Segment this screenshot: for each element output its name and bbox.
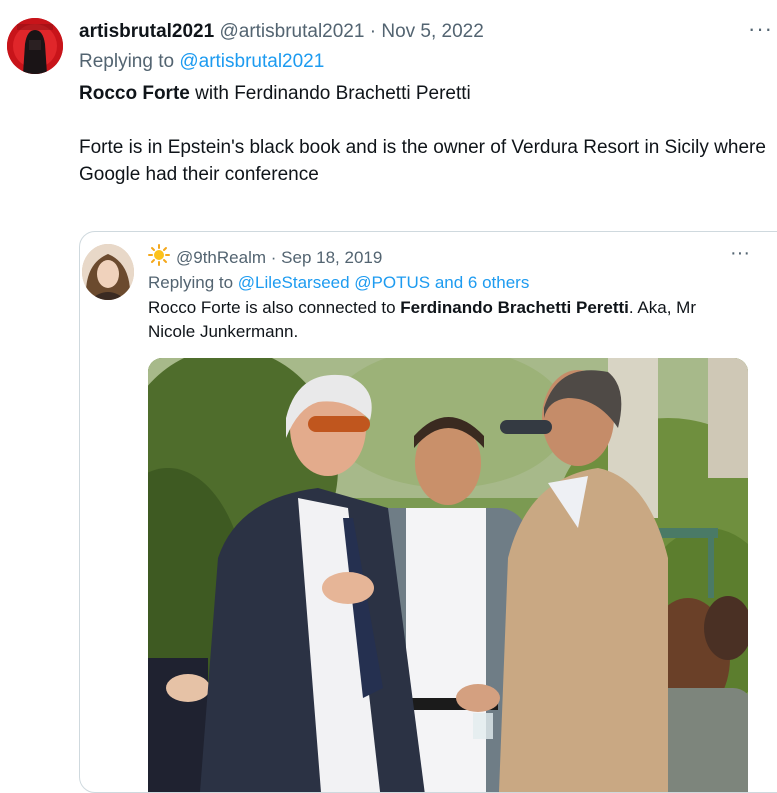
bold-name: Rocco Forte [79, 83, 190, 104]
replying-to-label: Replying to [79, 51, 175, 72]
replying-to: Replying to @artisbrutal2021 [79, 50, 324, 74]
quoted-author-avatar[interactable] [82, 244, 134, 300]
quoted-replying-label: Replying to [148, 273, 234, 292]
quoted-replying-to: Replying to @LileStarseed @POTUS and 6 o… [148, 272, 529, 294]
quoted-header: @9thRealm · Sep 18, 2019 [148, 244, 382, 269]
replying-to-handle[interactable]: @artisbrutal2021 [179, 51, 324, 72]
quoted-replying-handles[interactable]: @LileStarseed @POTUS and 6 others [238, 273, 530, 292]
quoted-text: Rocco Forte is also connected to Ferdina… [148, 296, 708, 344]
author-handle[interactable]: @artisbrutal2021 [219, 21, 364, 42]
quoted-text-part1: Rocco Forte is also connected to [148, 298, 401, 317]
quoted-handle[interactable]: @9thRealm [176, 248, 266, 267]
tweet[interactable]: artisbrutal2021 @artisbrutal2021 · Nov 5… [0, 0, 777, 793]
quoted-separator: · [270, 248, 277, 267]
quoted-tweet[interactable]: @9thRealm · Sep 18, 2019 ··· Replying to… [79, 231, 777, 793]
tweet-line-1: Rocco Forte with Ferdinando Brachetti Pe… [79, 80, 774, 107]
separator-dot: · [369, 21, 377, 42]
tweet-text: Rocco Forte with Ferdinando Brachetti Pe… [79, 80, 774, 188]
tweet-paragraph-2: Forte is in Epstein's black book and is … [79, 137, 766, 185]
author-name[interactable]: artisbrutal2021 [79, 21, 214, 42]
quoted-date[interactable]: Sep 18, 2019 [281, 248, 382, 267]
tweet-line-1-rest: with Ferdinando Brachetti Peretti [189, 83, 471, 104]
author-avatar[interactable] [7, 18, 63, 74]
tweet-date[interactable]: Nov 5, 2022 [381, 21, 483, 42]
more-options-icon[interactable]: ··· [748, 16, 773, 42]
sun-emoji-icon [148, 244, 170, 266]
quoted-text-bold: Ferdinando Brachetti Peretti [400, 298, 629, 317]
tweet-header: artisbrutal2021 @artisbrutal2021 · Nov 5… [79, 20, 484, 44]
photo-three-men [148, 358, 748, 792]
quoted-photo[interactable] [148, 358, 748, 792]
quoted-more-icon[interactable]: ··· [730, 242, 750, 265]
